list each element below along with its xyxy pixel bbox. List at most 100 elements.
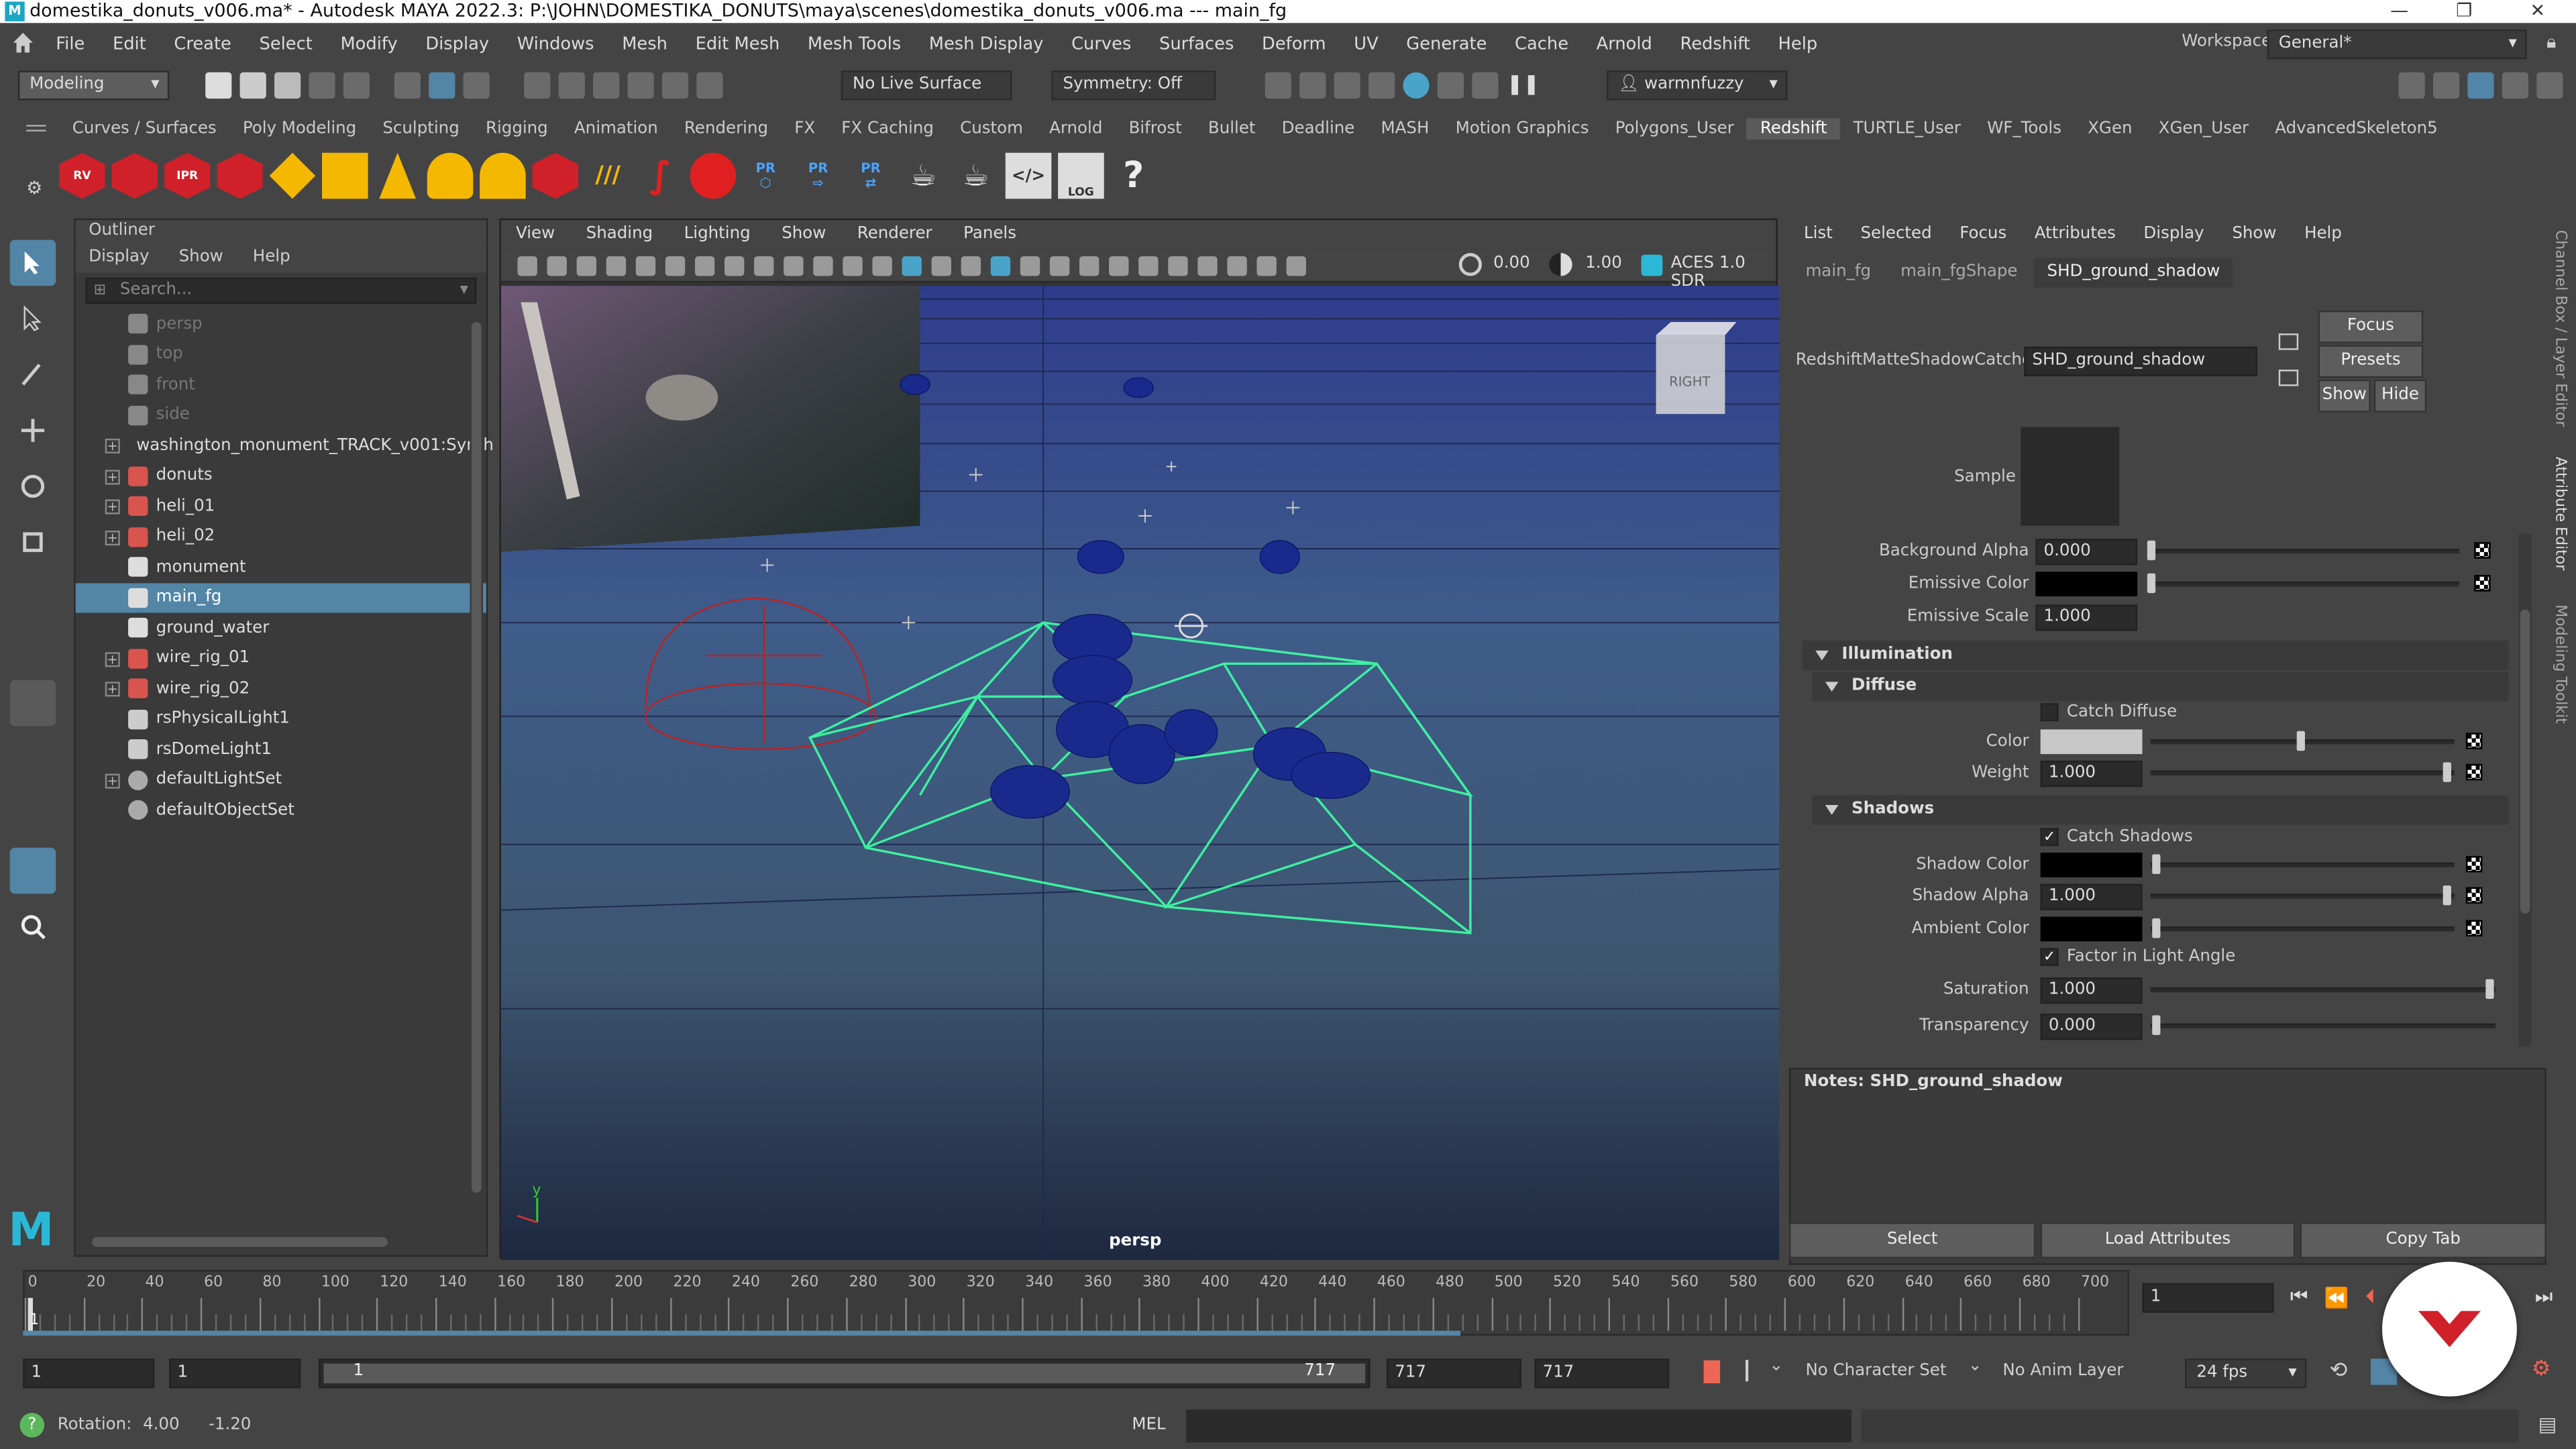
user-dropdown[interactable]: 👤︎ warmnfuzzy ▾: [1607, 70, 1788, 101]
mel-command-input[interactable]: [1186, 1409, 1852, 1443]
shelf-tab-xgen[interactable]: XGen: [2075, 118, 2146, 140]
use-lights-icon[interactable]: [1020, 255, 1040, 276]
viewport-menu-show[interactable]: Show: [782, 220, 826, 250]
select-object-icon[interactable]: [429, 72, 455, 99]
single-perspective-layout-icon[interactable]: [9, 680, 56, 727]
outliner-menu-help[interactable]: Help: [253, 243, 290, 272]
shelf-tab-arnold[interactable]: Arnold: [1036, 118, 1116, 140]
menu-mesh-display[interactable]: Mesh Display: [929, 34, 1044, 54]
shelf-tab-animation[interactable]: Animation: [561, 118, 671, 140]
human-ik-icon[interactable]: [2432, 72, 2460, 99]
expand-icon[interactable]: +: [105, 499, 120, 515]
map-button-icon[interactable]: [2474, 575, 2491, 592]
snap-grid-icon[interactable]: [524, 72, 551, 99]
map-button-icon[interactable]: [2474, 542, 2491, 559]
ambient-color-slider[interactable]: [2150, 926, 2455, 932]
menu-mesh[interactable]: Mesh: [622, 34, 667, 54]
anim-preferences-icon[interactable]: ⚙: [2532, 1357, 2551, 1382]
safe-action-icon[interactable]: [843, 255, 863, 276]
grease-pencil-icon[interactable]: [665, 255, 686, 276]
outliner-item[interactable]: + heli_02: [76, 522, 486, 552]
illumination-section[interactable]: Illumination: [1802, 641, 2509, 671]
transparency-knob[interactable]: [2152, 1015, 2161, 1035]
ae-menu-show[interactable]: Show: [2232, 219, 2276, 252]
render-setup-icon[interactable]: [1437, 72, 1464, 99]
outliner-item[interactable]: rsDomeLight1: [76, 735, 486, 765]
shelf-tab-custom[interactable]: Custom: [947, 118, 1036, 140]
animation-start-field[interactable]: 1: [23, 1358, 155, 1389]
shelf-tab-motion-graphics[interactable]: Motion Graphics: [1442, 118, 1602, 140]
outliner-item[interactable]: monument: [76, 552, 486, 582]
focus-button[interactable]: Focus: [2318, 310, 2424, 343]
step-back-icon[interactable]: ⏪: [2324, 1285, 2349, 1308]
snap-point-icon[interactable]: [593, 72, 620, 99]
menu-uv[interactable]: UV: [1354, 34, 1378, 54]
film-gate-icon[interactable]: [724, 255, 745, 276]
outliner-menu-show[interactable]: Show: [179, 243, 223, 272]
viewport-3d-scene[interactable]: RIGHT y persp: [500, 286, 1780, 1260]
wireframe-icon[interactable]: [872, 255, 892, 276]
outliner-item[interactable]: ground_water: [76, 612, 486, 643]
anim-layer-dropdown[interactable]: No Anim Layer: [2002, 1362, 2123, 1380]
rotate-tool-icon[interactable]: [10, 464, 56, 510]
outliner-item[interactable]: rsPhysicalLight1: [76, 704, 486, 734]
resolution-gate-icon[interactable]: [754, 255, 774, 276]
attribute-editor-tab[interactable]: Attribute Editor: [2551, 457, 2567, 572]
modeling-toolkit-tab[interactable]: Modeling Toolkit: [2551, 604, 2567, 736]
map-button-icon[interactable]: [2465, 763, 2483, 781]
script-editor-icon[interactable]: ▤: [2538, 1413, 2557, 1436]
shadow-color-swatch[interactable]: [2040, 853, 2143, 877]
modeling-toolkit-icon[interactable]: [2398, 72, 2425, 99]
viewport-menu-shading[interactable]: Shading: [586, 220, 653, 250]
attributes-scrollbar[interactable]: [2518, 533, 2532, 1047]
select-tool-icon[interactable]: [9, 239, 56, 286]
grid-icon[interactable]: [694, 255, 715, 276]
focus-input-icon[interactable]: [2278, 333, 2299, 350]
render-view-icon[interactable]: [1265, 72, 1291, 99]
shelf-tab-wf-tools[interactable]: WF_Tools: [1974, 118, 2074, 140]
shadow-color-slider[interactable]: [2150, 862, 2455, 868]
show-button[interactable]: Show: [2318, 379, 2371, 413]
current-frame-field[interactable]: 1: [2142, 1283, 2274, 1313]
menu-display[interactable]: Display: [425, 34, 489, 54]
select-hierarchy-icon[interactable]: [394, 72, 421, 99]
field-chart-icon[interactable]: [813, 255, 833, 276]
gamma-field[interactable]: 1.00: [1578, 253, 1628, 278]
ambient-color-swatch[interactable]: [2040, 916, 2143, 942]
weight-field[interactable]: 1.000: [2040, 760, 2143, 788]
scene-canvas[interactable]: RIGHT y: [500, 286, 1780, 1260]
outliner-item[interactable]: front: [76, 370, 486, 400]
shelf-tab-turtle-user[interactable]: TURTLE_User: [1840, 118, 1974, 140]
persp-outliner-layout-icon[interactable]: [10, 792, 56, 838]
save-scene-icon[interactable]: [274, 72, 301, 99]
factor-light-angle-checkbox[interactable]: ✓: [2040, 948, 2059, 967]
map-button-icon[interactable]: [2465, 855, 2483, 873]
outliner-item[interactable]: + donuts: [76, 461, 486, 491]
undo-icon[interactable]: [309, 72, 335, 99]
help-icon[interactable]: ?: [1111, 153, 1157, 199]
outliner-item[interactable]: main_fg: [75, 582, 486, 613]
shelf-tab-fx-caching[interactable]: FX Caching: [828, 118, 947, 140]
search-icon[interactable]: [10, 904, 56, 950]
ae-menu-list[interactable]: List: [1804, 219, 1833, 252]
shelf-tab-redshift[interactable]: Redshift: [1747, 118, 1840, 140]
shelf-tab-bullet[interactable]: Bullet: [1195, 118, 1269, 140]
expand-icon[interactable]: +: [105, 529, 120, 545]
copy-tab-button[interactable]: Copy Tab: [2300, 1222, 2546, 1258]
outliner-item[interactable]: top: [76, 339, 486, 370]
outliner-item[interactable]: + wire_rig_02: [76, 674, 486, 704]
diffuse-section[interactable]: Diffuse: [1812, 672, 2509, 702]
timeline-track[interactable]: 0 20 40 60 80 100 120 140 160 180 200 220 240 260 280 3…: [23, 1270, 2129, 1336]
shelf-tab-rendering[interactable]: Rendering: [671, 118, 781, 140]
snap-surface-icon[interactable]: [661, 72, 689, 99]
node-name-field[interactable]: SHD_ground_shadow: [2024, 346, 2257, 376]
shadow-alpha-field[interactable]: 1.000: [2040, 883, 2143, 910]
saturation-knob[interactable]: [2485, 979, 2494, 999]
home-icon[interactable]: [11, 32, 34, 54]
outliner-item[interactable]: + washington_monument_TRACK_v001:Synth: [76, 431, 494, 461]
exposure-icon[interactable]: [1458, 253, 1482, 276]
menu-create[interactable]: Create: [174, 34, 231, 54]
ae-menu-display[interactable]: Display: [2143, 219, 2204, 252]
menu-select[interactable]: Select: [259, 34, 312, 54]
shelf-tab-poly-modeling[interactable]: Poly Modeling: [229, 118, 370, 140]
